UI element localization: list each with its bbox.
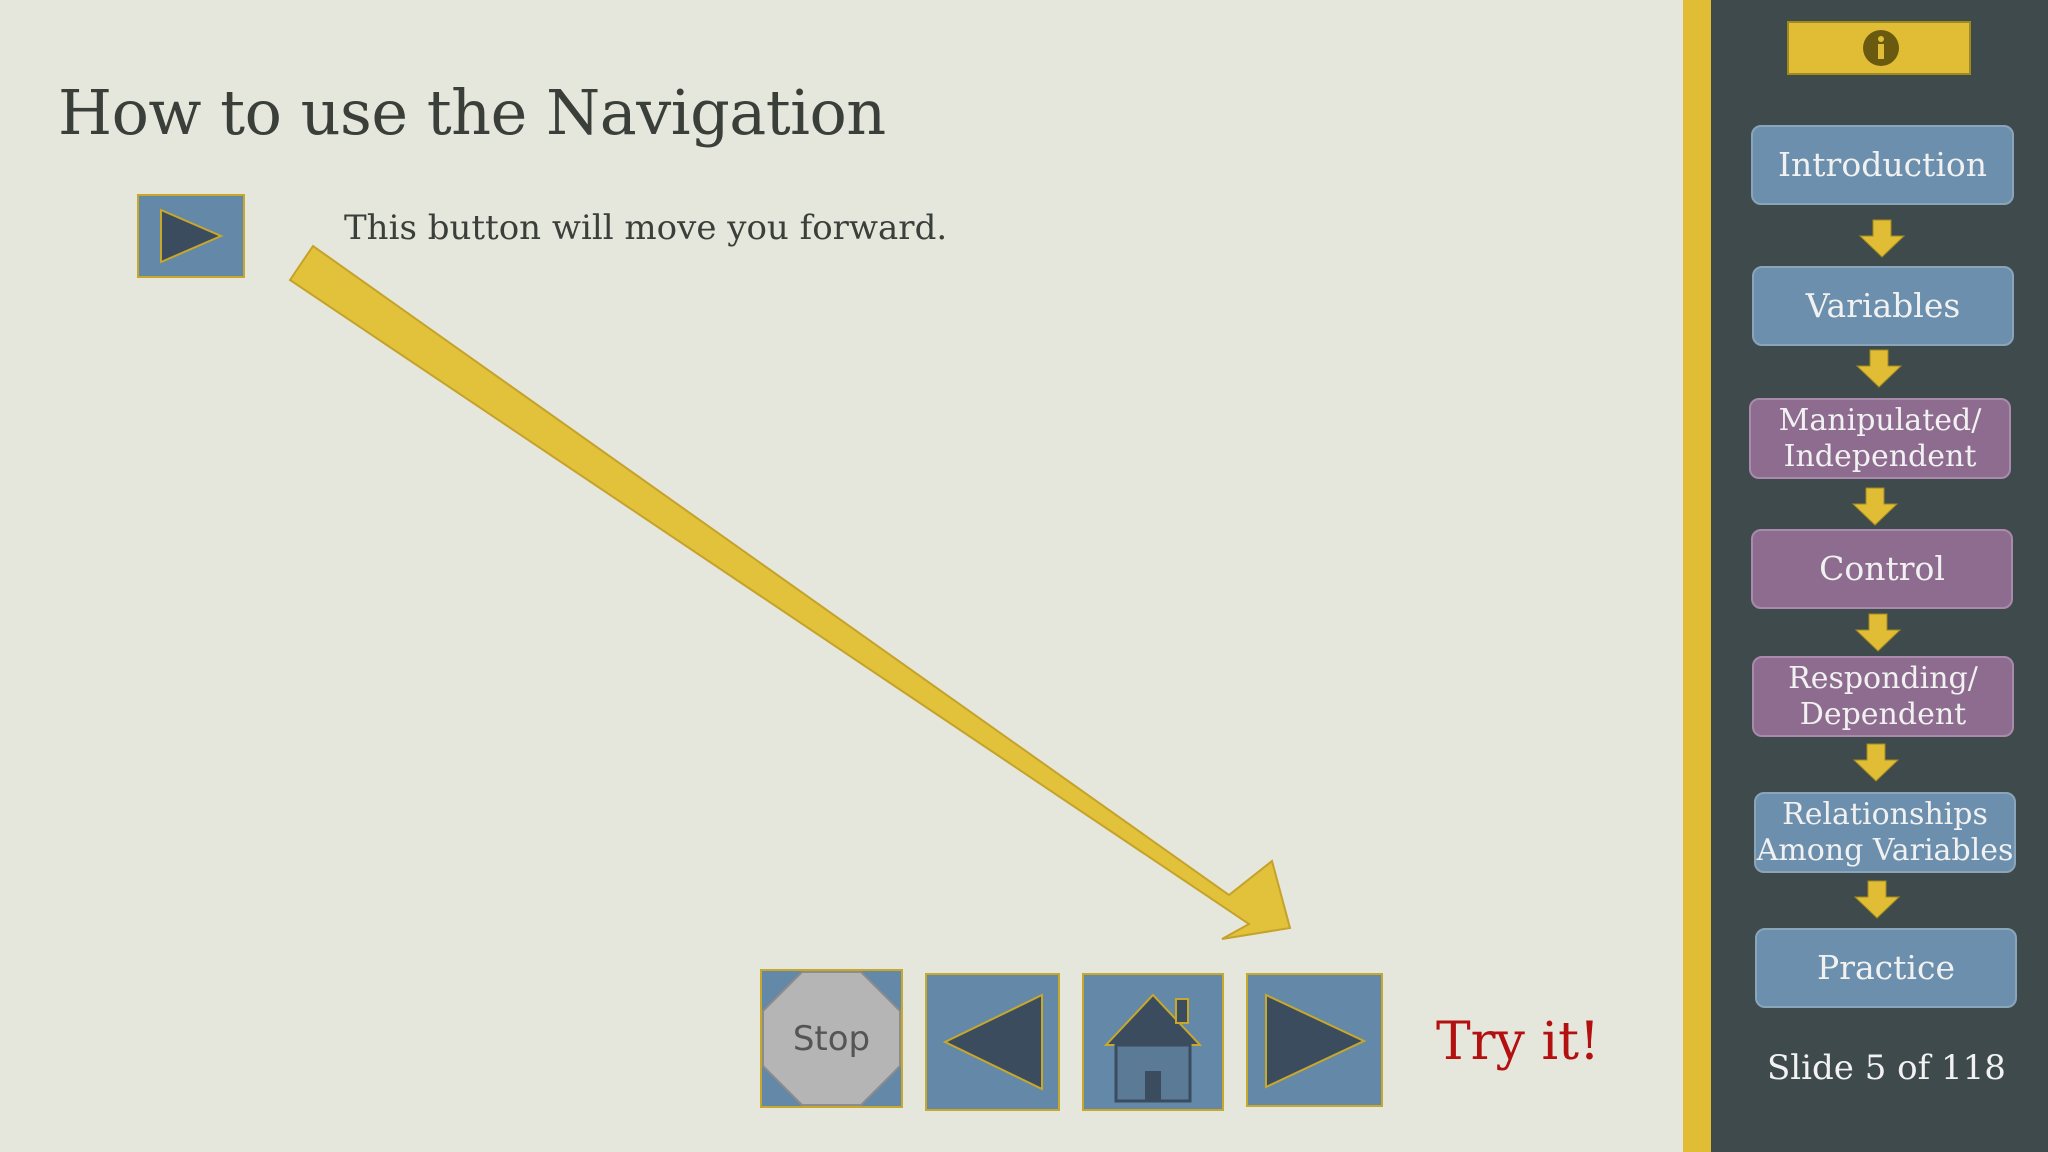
sidebar-item-variables[interactable]: Variables: [1752, 266, 2014, 346]
down-arrow-icon: [1858, 219, 1906, 258]
down-arrow-icon: [1852, 743, 1900, 782]
pointer-arrow-icon: [288, 244, 1292, 940]
down-arrow-icon: [1854, 613, 1902, 652]
sidebar-item-practice[interactable]: Practice: [1755, 928, 2017, 1008]
info-icon: [1863, 30, 1899, 66]
forward-arrow-icon: [1265, 993, 1367, 1089]
slide-counter: Slide 5 of 118: [1767, 1048, 2006, 1088]
sidebar-item-responding-dependent[interactable]: Responding/ Dependent: [1752, 656, 2014, 737]
sidebar-stripe: [1683, 0, 1711, 1152]
home-icon: [1103, 993, 1203, 1103]
sidebar-item-introduction[interactable]: Introduction: [1751, 125, 2014, 205]
back-button[interactable]: [925, 973, 1060, 1111]
sidebar-item-control[interactable]: Control: [1751, 529, 2013, 609]
down-arrow-icon: [1853, 880, 1901, 919]
try-it-text: Try it!: [1436, 1012, 1600, 1072]
down-arrow-icon: [1855, 349, 1903, 388]
home-button[interactable]: [1082, 973, 1224, 1111]
sidebar-item-relationships[interactable]: Relationships Among Variables: [1754, 792, 2016, 873]
back-arrow-icon: [942, 993, 1043, 1091]
info-button[interactable]: [1787, 21, 1971, 75]
sidebar-item-manipulated-independent[interactable]: Manipulated/ Independent: [1749, 398, 2011, 479]
forward-button[interactable]: [1246, 973, 1383, 1107]
down-arrow-icon: [1851, 487, 1899, 526]
stop-button[interactable]: Stop: [760, 969, 903, 1108]
stop-label: Stop: [792, 1018, 871, 1059]
